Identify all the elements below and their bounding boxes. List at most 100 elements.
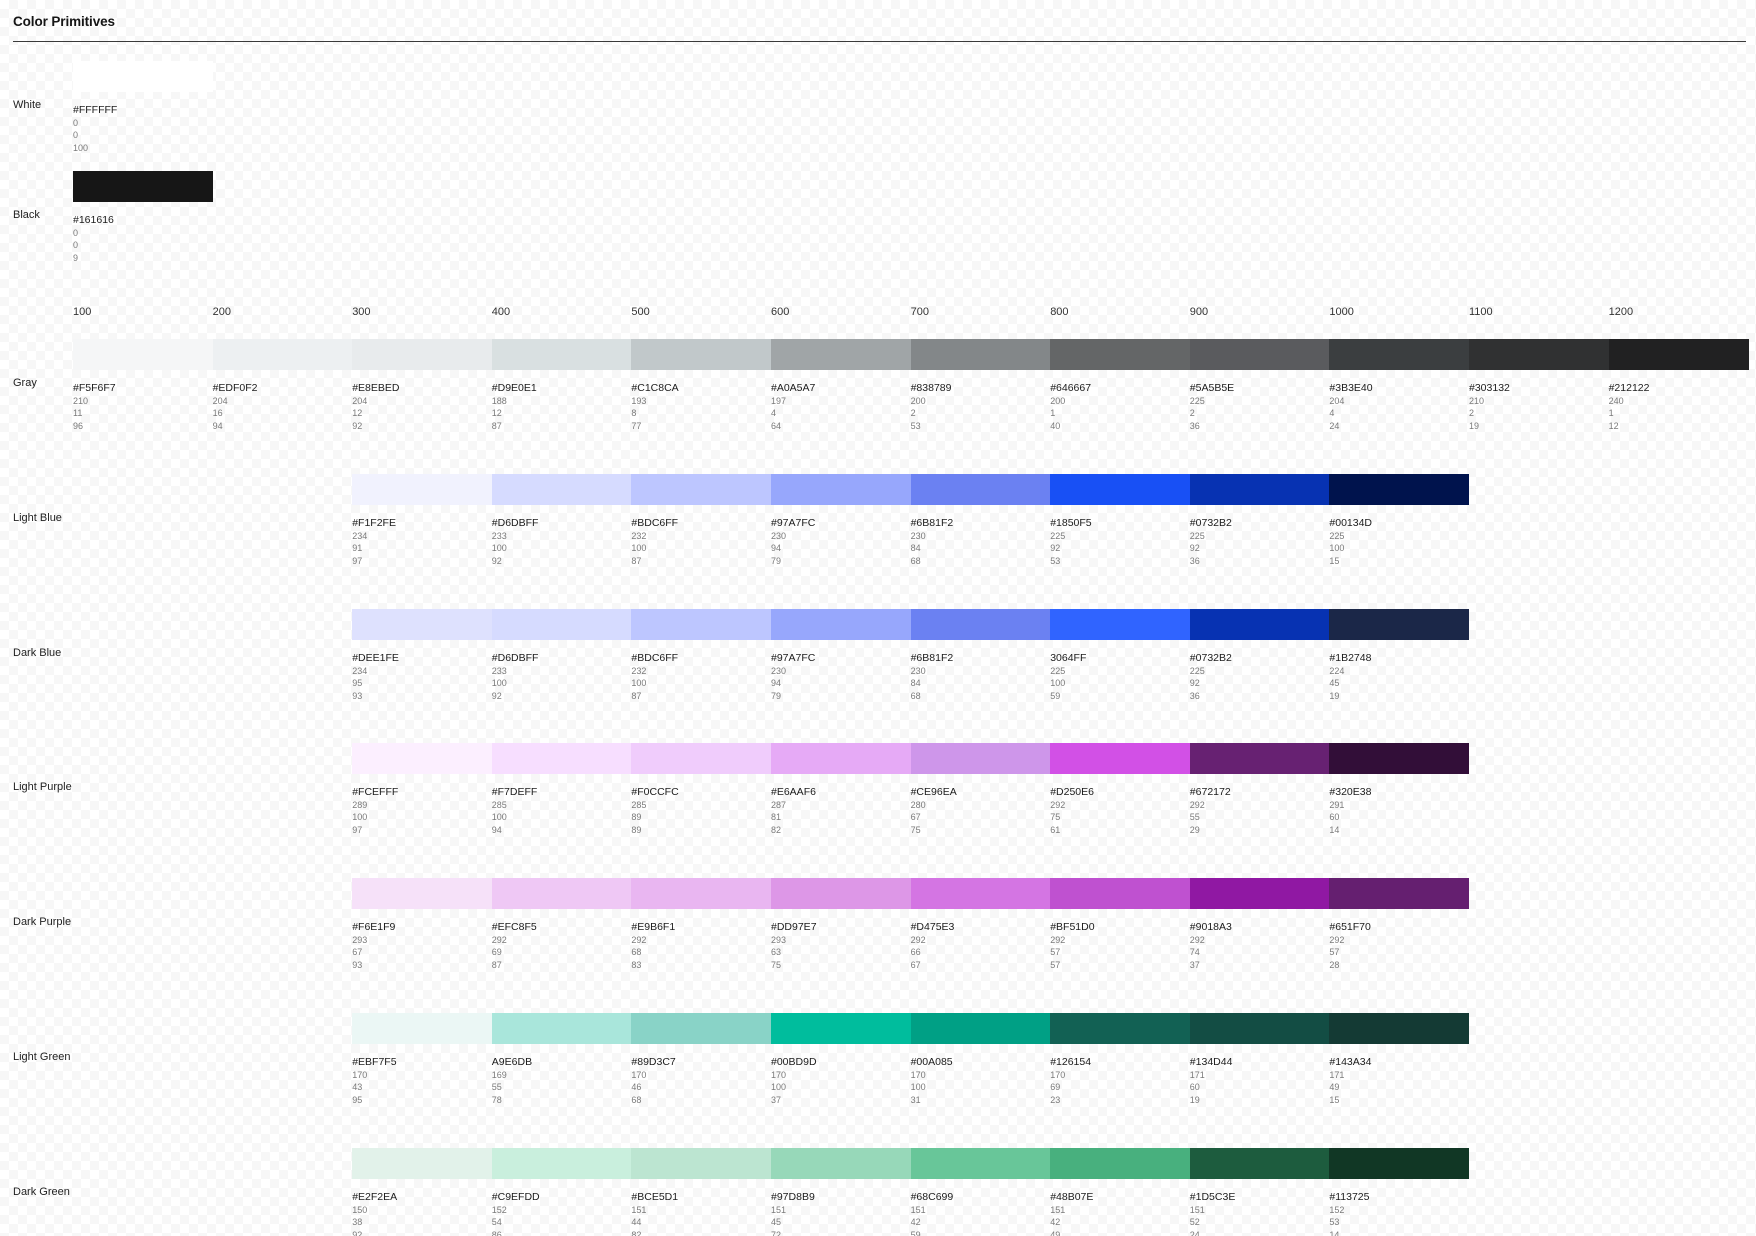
color-swatch[interactable]: #EDF0F2 204 16 94 [212, 339, 353, 432]
swatch-color-block[interactable] [352, 1148, 493, 1179]
color-swatch[interactable]: #BF51D0 292 57 57 [1050, 878, 1191, 971]
color-swatch[interactable]: #113725 152 53 14 [1329, 1148, 1470, 1236]
color-swatch[interactable]: #F6E1F9 293 67 93 [352, 878, 493, 971]
color-swatch[interactable]: #0732B2 225 92 36 [1189, 609, 1330, 702]
swatch-color-block[interactable] [1050, 878, 1191, 909]
color-swatch[interactable]: #DEE1FE 234 95 93 [352, 609, 493, 702]
swatch-color-block[interactable] [910, 1013, 1051, 1044]
swatch-color-block[interactable] [771, 878, 911, 909]
swatch-color-block[interactable] [771, 609, 911, 640]
color-swatch[interactable]: #838789 200 2 53 [910, 339, 1051, 432]
swatch-color-block[interactable] [1329, 339, 1470, 370]
color-swatch[interactable]: #1D5C3E 151 52 24 [1189, 1148, 1330, 1236]
color-swatch[interactable]: #97A7FC 230 94 79 [771, 474, 911, 567]
color-swatch[interactable]: #1850F5 225 92 53 [1050, 474, 1191, 567]
swatch-color-block[interactable] [352, 609, 493, 640]
swatch-color-block[interactable] [352, 474, 493, 505]
swatch-color-block[interactable] [491, 1148, 632, 1179]
color-swatch[interactable]: #3B3E40 204 4 24 [1329, 339, 1470, 432]
swatch-color-block[interactable] [771, 474, 911, 505]
swatch-color-block[interactable] [1050, 743, 1191, 774]
color-swatch[interactable]: #C1C8CA 193 8 77 [631, 339, 772, 432]
swatch-color-block[interactable] [352, 339, 493, 370]
swatch-color-block[interactable] [352, 878, 493, 909]
color-swatch[interactable]: #D250E6 292 75 61 [1050, 743, 1191, 836]
color-swatch[interactable]: #CE96EA 280 67 75 [910, 743, 1051, 836]
color-swatch[interactable]: 3064FF 225 100 59 [1050, 609, 1191, 702]
swatch-color-block[interactable] [212, 339, 353, 370]
color-swatch[interactable]: #D6DBFF 233 100 92 [491, 609, 632, 702]
swatch-color-block[interactable] [491, 609, 632, 640]
color-swatch[interactable]: #134D44 171 60 19 [1189, 1013, 1330, 1106]
swatch-color-block[interactable] [491, 878, 632, 909]
swatch-color-block[interactable] [491, 743, 632, 774]
color-swatch[interactable]: #E9B6F1 292 68 83 [631, 878, 772, 971]
swatch-color-block[interactable] [910, 339, 1051, 370]
swatch-color-block[interactable] [1329, 474, 1470, 505]
swatch-color-block[interactable] [1329, 878, 1470, 909]
color-swatch[interactable]: #97D8B9 151 45 72 [771, 1148, 911, 1236]
swatch-color-block[interactable] [1329, 1013, 1470, 1044]
color-swatch[interactable]: #646667 200 1 40 [1050, 339, 1191, 432]
swatch-color-block[interactable] [491, 1013, 632, 1044]
swatch-color-block[interactable] [73, 339, 213, 370]
swatch-color-block[interactable] [491, 474, 632, 505]
swatch-color-block[interactable] [1050, 474, 1191, 505]
color-swatch[interactable]: #00134D 225 100 15 [1329, 474, 1470, 567]
swatch-color-block[interactable] [771, 1013, 911, 1044]
color-swatch[interactable]: #BDC6FF 232 100 87 [631, 609, 772, 702]
swatch-color-block[interactable] [352, 1013, 493, 1044]
swatch-color-block[interactable] [491, 339, 632, 370]
swatch-color-block[interactable] [1189, 878, 1330, 909]
color-swatch[interactable]: #6B81F2 230 84 68 [910, 474, 1051, 567]
swatch-color-block[interactable] [1189, 474, 1330, 505]
color-swatch[interactable]: #161616 0 0 9 [73, 171, 213, 264]
swatch-color-block[interactable] [1189, 743, 1330, 774]
color-swatch[interactable]: #FFFFFF 0 0 100 [73, 61, 213, 154]
swatch-color-block[interactable] [1189, 1148, 1330, 1179]
color-swatch[interactable]: #EFC8F5 292 69 87 [491, 878, 632, 971]
color-swatch[interactable]: #6B81F2 230 84 68 [910, 609, 1051, 702]
color-swatch[interactable]: #00A085 170 100 31 [910, 1013, 1051, 1106]
color-swatch[interactable]: #E6AAF6 287 81 82 [771, 743, 911, 836]
swatch-color-block[interactable] [910, 1148, 1051, 1179]
color-swatch[interactable]: #D9E0E1 188 12 87 [491, 339, 632, 432]
color-swatch[interactable]: #48B07E 151 42 49 [1050, 1148, 1191, 1236]
color-swatch[interactable]: #D475E3 292 66 67 [910, 878, 1051, 971]
swatch-color-block[interactable] [1329, 1148, 1470, 1179]
swatch-color-block[interactable] [1608, 339, 1749, 370]
swatch-color-block[interactable] [1050, 609, 1191, 640]
color-swatch[interactable]: #A0A5A7 197 4 64 [771, 339, 911, 432]
color-swatch[interactable]: #F7DEFF 285 100 94 [491, 743, 632, 836]
color-swatch[interactable]: #F0CCFC 285 89 89 [631, 743, 772, 836]
swatch-color-block[interactable] [1189, 339, 1330, 370]
swatch-color-block[interactable] [631, 339, 772, 370]
color-swatch[interactable]: #143A34 171 49 15 [1329, 1013, 1470, 1106]
color-swatch[interactable]: #DD97E7 293 63 75 [771, 878, 911, 971]
color-swatch[interactable]: #672172 292 55 29 [1189, 743, 1330, 836]
swatch-color-block[interactable] [771, 1148, 911, 1179]
color-swatch[interactable]: #BCE5D1 151 44 82 [631, 1148, 772, 1236]
swatch-color-block[interactable] [910, 878, 1051, 909]
swatch-color-block[interactable] [1189, 1013, 1330, 1044]
swatch-color-block[interactable] [771, 743, 911, 774]
color-swatch[interactable]: #E2F2EA 150 38 92 [352, 1148, 493, 1236]
color-swatch[interactable]: #E8EBED 204 12 92 [352, 339, 493, 432]
color-swatch[interactable]: #651F70 292 57 28 [1329, 878, 1470, 971]
swatch-color-block[interactable] [631, 474, 772, 505]
swatch-color-block[interactable] [1050, 1013, 1191, 1044]
color-swatch[interactable]: #00BD9D 170 100 37 [771, 1013, 911, 1106]
color-swatch[interactable]: #BDC6FF 232 100 87 [631, 474, 772, 567]
color-swatch[interactable]: #303132 210 2 19 [1469, 339, 1609, 432]
swatch-color-block[interactable] [1329, 743, 1470, 774]
color-swatch[interactable]: #F5F6F7 210 11 96 [73, 339, 213, 432]
color-swatch[interactable]: #320E38 291 60 14 [1329, 743, 1470, 836]
swatch-color-block[interactable] [1050, 339, 1191, 370]
swatch-color-block[interactable] [631, 878, 772, 909]
color-swatch[interactable]: #D6DBFF 233 100 92 [491, 474, 632, 567]
swatch-color-block[interactable] [1189, 609, 1330, 640]
color-swatch[interactable]: #F1F2FE 234 91 97 [352, 474, 493, 567]
swatch-color-block[interactable] [73, 171, 213, 202]
color-swatch[interactable]: #126154 170 69 23 [1050, 1013, 1191, 1106]
swatch-color-block[interactable] [910, 743, 1051, 774]
